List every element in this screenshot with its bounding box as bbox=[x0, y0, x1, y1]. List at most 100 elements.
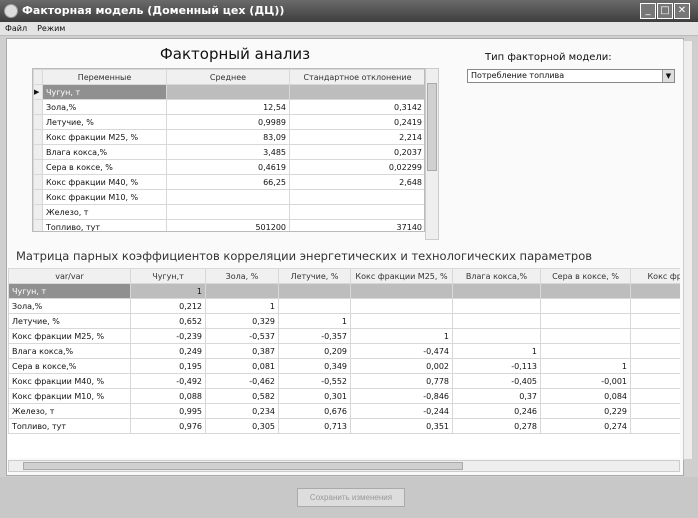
table-cell[interactable] bbox=[540, 328, 631, 344]
row-selector[interactable] bbox=[33, 159, 43, 175]
table-cell[interactable]: Влага кокса,% bbox=[42, 144, 167, 160]
table-cell[interactable]: -0,474 bbox=[350, 343, 453, 359]
column-header[interactable]: var/var bbox=[8, 268, 131, 284]
table-cell[interactable] bbox=[630, 328, 680, 344]
column-header[interactable]: Кокс фракции М25, % bbox=[350, 268, 453, 284]
table-cell[interactable]: 0,084 bbox=[540, 388, 631, 404]
table-cell[interactable]: Чугун, т bbox=[42, 84, 167, 100]
table-cell[interactable] bbox=[452, 313, 541, 329]
table-cell[interactable]: 501200 bbox=[166, 219, 290, 231]
table-cell[interactable]: -0,113 bbox=[452, 358, 541, 374]
table-cell[interactable] bbox=[540, 283, 631, 299]
table-cell[interactable]: Кокс фракции М10, % bbox=[42, 189, 167, 205]
stats-scrollbar[interactable] bbox=[425, 68, 439, 240]
table-cell[interactable]: 0,002 bbox=[350, 358, 453, 374]
table-row[interactable]: Сера в коксе,% 0,195 0,081 0,349 0,002 -0,113… bbox=[8, 358, 680, 374]
table-cell[interactable]: -0,405 bbox=[452, 373, 541, 389]
table-cell[interactable]: 0,249 bbox=[130, 343, 206, 359]
table-cell[interactable]: 0,976 bbox=[130, 418, 206, 434]
table-cell[interactable]: 0,195 bbox=[130, 358, 206, 374]
table-cell[interactable] bbox=[630, 343, 680, 359]
table-cell[interactable]: Летучие, % bbox=[8, 313, 131, 329]
table-cell[interactable] bbox=[452, 283, 541, 299]
table-cell[interactable]: -0,001 bbox=[540, 373, 631, 389]
table-row[interactable]: Кокс фракции М10, % 0,088 0,582 0,301 -0,846… bbox=[8, 388, 680, 404]
table-cell[interactable] bbox=[630, 358, 680, 374]
table-row[interactable]: Железо, т 0,995 0,234 0,676 -0,244 0,246 0,229 bbox=[8, 403, 680, 419]
table-cell[interactable]: Кокс фракции М40, % bbox=[8, 373, 131, 389]
column-header[interactable]: Переменные bbox=[42, 69, 167, 85]
table-cell[interactable]: Железо, т bbox=[8, 403, 131, 419]
table-cell[interactable]: 1 bbox=[350, 328, 453, 344]
table-cell[interactable] bbox=[630, 313, 680, 329]
maximize-button[interactable]: □ bbox=[657, 3, 673, 19]
table-row[interactable]: Кокс фракции М25, % -0,239 -0,537 -0,357 1 bbox=[8, 328, 680, 344]
table-cell[interactable]: 0,387 bbox=[205, 343, 279, 359]
column-header[interactable]: Среднее bbox=[166, 69, 290, 85]
table-cell[interactable]: 1 bbox=[540, 358, 631, 374]
row-selector[interactable] bbox=[33, 204, 43, 220]
column-header[interactable]: Зола, % bbox=[205, 268, 279, 284]
table-cell[interactable]: Топливо, тут bbox=[42, 219, 167, 231]
table-cell[interactable]: Топливо, тут bbox=[8, 418, 131, 434]
table-cell[interactable] bbox=[630, 298, 680, 314]
table-cell[interactable]: 0,3142 bbox=[289, 99, 424, 115]
chevron-down-icon[interactable]: ▼ bbox=[662, 70, 674, 82]
table-row[interactable]: Кокс фракции М40, % -0,492 -0,462 -0,552 0,7… bbox=[8, 373, 680, 389]
table-cell[interactable]: 1 bbox=[452, 343, 541, 359]
table-cell[interactable]: 0,081 bbox=[205, 358, 279, 374]
table-cell[interactable]: 0,088 bbox=[130, 388, 206, 404]
row-selector[interactable] bbox=[33, 99, 43, 115]
table-cell[interactable] bbox=[289, 204, 424, 220]
table-cell[interactable] bbox=[452, 298, 541, 314]
table-cell[interactable]: 0,329 bbox=[205, 313, 279, 329]
column-header[interactable]: Чугун,т bbox=[130, 268, 206, 284]
table-cell[interactable] bbox=[630, 403, 680, 419]
table-cell[interactable]: 0,4619 bbox=[166, 159, 290, 175]
minimize-button[interactable]: _ bbox=[640, 3, 656, 19]
table-cell[interactable]: Кокс фракции М25, % bbox=[8, 328, 131, 344]
table-cell[interactable]: 0,349 bbox=[278, 358, 351, 374]
table-cell[interactable]: 2,648 bbox=[289, 174, 424, 190]
table-cell[interactable] bbox=[630, 373, 680, 389]
table-cell[interactable]: 0,2037 bbox=[289, 144, 424, 160]
table-row[interactable]: Зола,% 12,54 0,3142 bbox=[33, 99, 424, 115]
table-row[interactable]: Летучие, % 0,652 0,329 1 bbox=[8, 313, 680, 329]
table-cell[interactable]: 83,09 bbox=[166, 129, 290, 145]
row-selector[interactable] bbox=[33, 144, 43, 160]
table-cell[interactable] bbox=[166, 84, 290, 100]
row-selector[interactable] bbox=[33, 129, 43, 145]
table-cell[interactable]: 0,676 bbox=[278, 403, 351, 419]
table-cell[interactable]: 0,995 bbox=[130, 403, 206, 419]
table-row[interactable]: Влага кокса,% 3,485 0,2037 bbox=[33, 144, 424, 160]
table-cell[interactable]: 3,485 bbox=[166, 144, 290, 160]
column-header[interactable]: Сера в коксе, % bbox=[540, 268, 631, 284]
table-cell[interactable]: Влага кокса,% bbox=[8, 343, 131, 359]
column-header[interactable]: Влага кокса,% bbox=[452, 268, 541, 284]
table-row[interactable]: Чугун, т1 bbox=[8, 283, 680, 299]
table-cell[interactable]: -0,244 bbox=[350, 403, 453, 419]
table-cell[interactable] bbox=[205, 283, 279, 299]
table-cell[interactable]: -0,552 bbox=[278, 373, 351, 389]
row-selector[interactable] bbox=[33, 219, 43, 231]
table-row[interactable]: Зола,% 0,212 1 bbox=[8, 298, 680, 314]
table-cell[interactable]: 0,351 bbox=[350, 418, 453, 434]
table-cell[interactable]: -0,846 bbox=[350, 388, 453, 404]
table-cell[interactable]: 0,234 bbox=[205, 403, 279, 419]
table-cell[interactable]: Железо, т bbox=[42, 204, 167, 220]
table-cell[interactable]: Зола,% bbox=[8, 298, 131, 314]
table-cell[interactable] bbox=[289, 189, 424, 205]
table-cell[interactable]: 0,37 bbox=[452, 388, 541, 404]
table-cell[interactable] bbox=[540, 313, 631, 329]
table-cell[interactable]: 0,278 bbox=[452, 418, 541, 434]
table-cell[interactable]: -0,357 bbox=[278, 328, 351, 344]
table-cell[interactable]: 0,305 bbox=[205, 418, 279, 434]
panel-vertical-scrollbar[interactable] bbox=[683, 40, 693, 460]
table-cell[interactable]: -0,537 bbox=[205, 328, 279, 344]
table-cell[interactable]: -0,462 bbox=[205, 373, 279, 389]
table-cell[interactable] bbox=[350, 313, 453, 329]
table-cell[interactable]: 0,9989 bbox=[166, 114, 290, 130]
column-header[interactable]: Летучие, % bbox=[278, 268, 351, 284]
table-cell[interactable] bbox=[630, 388, 680, 404]
table-cell[interactable]: 0,212 bbox=[130, 298, 206, 314]
